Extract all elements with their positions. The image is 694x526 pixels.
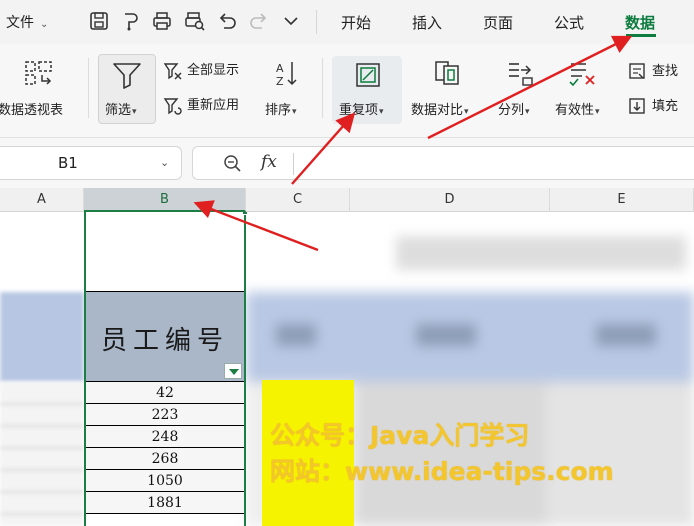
pivot-table-icon[interactable] [22, 58, 56, 88]
divider [316, 10, 317, 34]
split-column-icon[interactable] [503, 58, 537, 88]
chevron-down-icon: ⌄ [40, 19, 49, 30]
format-painter-icon[interactable] [119, 10, 141, 32]
svg-text:Z: Z [276, 75, 284, 88]
redo-icon[interactable] [248, 10, 270, 32]
duplicates-icon [351, 60, 385, 90]
svg-text:A: A [276, 62, 284, 75]
fill-button[interactable]: 填充 [628, 96, 678, 118]
clear-filter-icon [163, 62, 182, 79]
data-validation-button[interactable]: 有效性▾ [555, 99, 600, 118]
table-row[interactable]: 1050 [86, 470, 244, 492]
tab-page[interactable]: 页面 [483, 12, 513, 33]
formula-input[interactable]: fx [192, 146, 694, 180]
table-row[interactable]: 42 [86, 382, 244, 404]
print-icon[interactable] [151, 10, 173, 32]
table-row[interactable]: 268 [86, 448, 244, 470]
filter-icon [110, 60, 144, 90]
table-row[interactable]: 248 [86, 426, 244, 448]
filter-dropdown-button[interactable] [224, 363, 242, 379]
insert-function-icon[interactable]: fx [261, 152, 277, 172]
lookup-icon [629, 62, 645, 79]
header-cell[interactable]: 员工编号 [86, 292, 244, 382]
reapply-button[interactable]: 重新应用 [163, 95, 239, 117]
formula-bar: B1 ⌄ fx [0, 138, 694, 188]
blurred-header-cell [0, 292, 84, 382]
tab-home[interactable]: 开始 [341, 12, 371, 33]
lookup-button[interactable]: 查找 [628, 61, 678, 83]
chevron-down-icon[interactable] [280, 10, 302, 32]
undo-icon[interactable] [216, 10, 238, 32]
selected-column-b[interactable]: 员工编号 42 223 248 268 1050 1881 [84, 212, 246, 526]
zoom-icon[interactable] [221, 152, 243, 174]
name-box[interactable]: B1 ⌄ [0, 146, 182, 180]
reapply-filter-icon [163, 97, 182, 115]
sort-button[interactable]: 排序▾ [265, 99, 297, 118]
fill-handle[interactable] [242, 212, 248, 215]
data-compare-icon[interactable] [430, 58, 464, 88]
cell-b1[interactable] [86, 212, 244, 292]
column-header-c[interactable]: C [246, 188, 350, 212]
watermark-line-2: 网站：www.idea-tips.com [270, 457, 614, 486]
pivot-table-button[interactable]: 数据透视表 [0, 99, 63, 118]
data-validation-icon[interactable] [566, 58, 600, 88]
filter-label: 筛选▾ [105, 103, 137, 118]
print-preview-icon[interactable] [184, 10, 206, 32]
file-menu[interactable]: 文件 ⌄ [6, 12, 48, 32]
duplicates-label: 重复项▾ [339, 103, 384, 118]
chevron-down-icon[interactable]: ⌄ [160, 156, 169, 169]
table-row[interactable]: 223 [86, 404, 244, 426]
sort-icon[interactable]: AZ [270, 58, 304, 88]
menu-bar: 文件 ⌄ 开始 插入 页面 公式 数据 [0, 0, 694, 44]
tab-insert[interactable]: 插入 [412, 12, 442, 33]
column-header-d[interactable]: D [350, 188, 550, 212]
divider [322, 58, 323, 118]
divider [293, 153, 294, 175]
file-menu-label: 文件 [6, 15, 34, 31]
employee-id-header: 员工编号 [100, 326, 229, 356]
column-header-e[interactable]: E [550, 188, 694, 212]
cell-reference: B1 [58, 154, 78, 172]
data-compare-button[interactable]: 数据对比▾ [411, 99, 469, 118]
tab-data[interactable]: 数据 [625, 12, 655, 33]
active-tab-indicator [626, 34, 656, 37]
column-header-b[interactable]: B [84, 188, 246, 212]
save-icon[interactable] [88, 10, 110, 32]
blurred-rows [0, 382, 84, 526]
divider [88, 58, 89, 118]
ribbon-toolbar: 数据透视表 筛选▾ 全部显示 重新应用 AZ 排序▾ 重复项▾ 数据对比▾ 分列… [0, 44, 694, 138]
column-header-a[interactable]: A [0, 188, 84, 212]
fill-icon [629, 97, 645, 114]
table-row[interactable]: 1881 [86, 492, 244, 514]
show-all-button[interactable]: 全部显示 [163, 60, 239, 82]
column-headers: A B C D E [0, 188, 694, 212]
watermark-line-1: 公众号：Java入门学习 [270, 421, 530, 450]
split-column-button[interactable]: 分列▾ [498, 99, 530, 118]
tab-formula[interactable]: 公式 [554, 12, 584, 33]
